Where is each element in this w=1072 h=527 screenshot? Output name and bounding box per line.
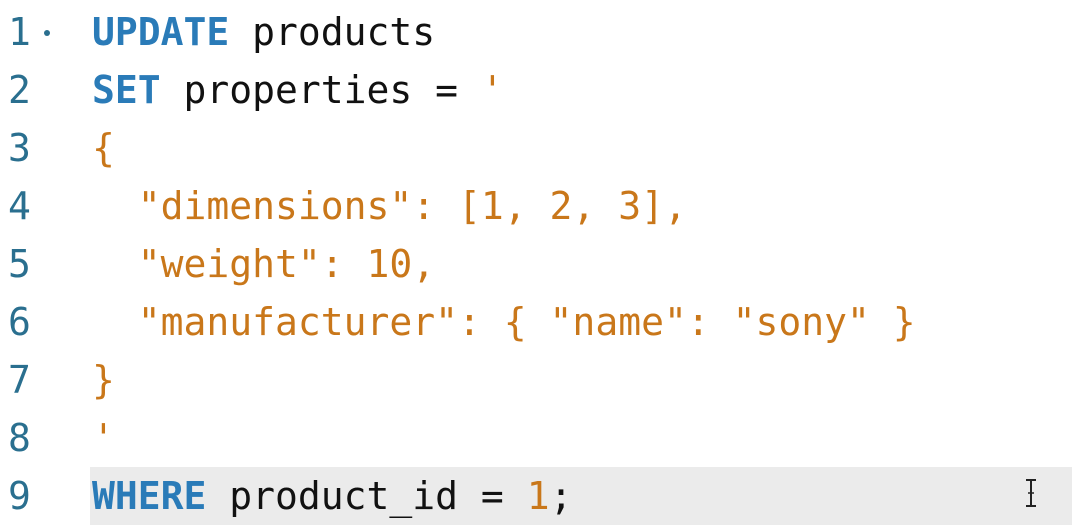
identifier-token: properties = [160,68,481,112]
number-token: 1 [526,474,550,518]
code-text[interactable]: SET properties = ' [92,61,504,119]
line-number: 1 [8,10,31,54]
code-text[interactable]: UPDATE products [92,3,435,61]
line-number: 5 [8,242,31,286]
code-text[interactable]: "manufacturer": { "name": "sony" } [92,293,916,351]
code-text[interactable]: "weight": 10, [92,235,435,293]
code-line-2[interactable]: 2 SET properties = ' [0,61,1072,119]
keyword-token: UPDATE [92,10,230,54]
code-text[interactable]: } [92,351,115,409]
text-cursor-icon [1026,479,1036,507]
string-token: ' [92,416,115,460]
line-number: 7 [8,358,31,402]
code-line-4[interactable]: 4 "dimensions": [1, 2, 3], [0,177,1072,235]
line-number: 2 [8,68,31,112]
code-text[interactable]: "dimensions": [1, 2, 3], [92,177,687,235]
string-token: "manufacturer": { "name": "sony" } [92,300,916,344]
line-number: 9 [8,474,31,518]
line-number: 8 [8,416,31,460]
string-token: } [92,358,115,402]
line-number: 3 [8,126,31,170]
line-number: 6 [8,300,31,344]
string-token: { [92,126,115,170]
keyword-token: WHERE [92,474,207,518]
code-line-1[interactable]: 1 UPDATE products [0,3,1072,61]
line-number: 4 [8,184,31,228]
code-text[interactable]: WHERE product_id = 1; [92,467,572,525]
identifier-token: product_id = [206,474,527,518]
code-line-8[interactable]: 8 ' [0,409,1072,467]
code-text[interactable]: { [92,119,115,177]
fold-dot-icon[interactable] [44,30,50,36]
code-text[interactable]: ' [92,409,115,467]
code-line-7[interactable]: 7 } [0,351,1072,409]
keyword-token: SET [92,68,161,112]
code-line-6[interactable]: 6 "manufacturer": { "name": "sony" } [0,293,1072,351]
string-token: "dimensions": [1, 2, 3], [92,184,687,228]
code-line-5[interactable]: 5 "weight": 10, [0,235,1072,293]
string-token: ' [480,68,504,112]
string-token: "weight": 10, [92,242,436,286]
code-line-9[interactable]: 9 WHERE product_id = 1; [0,467,1072,525]
code-line-3[interactable]: 3 { [0,119,1072,177]
sql-editor[interactable]: 1 UPDATE products 2 SET properties = ' 3… [0,0,1072,527]
punctuation-token: ; [549,474,573,518]
identifier-token: products [229,10,436,54]
